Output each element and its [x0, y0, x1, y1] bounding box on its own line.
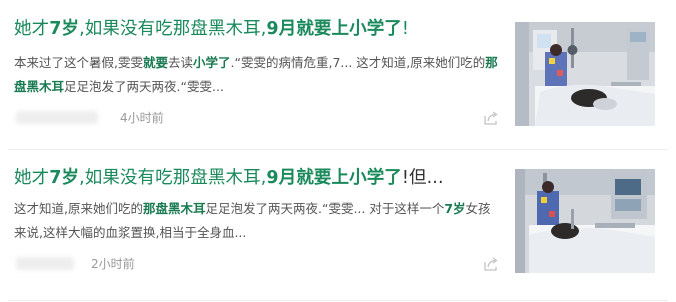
keyword-highlight: 7岁	[49, 19, 80, 39]
share-icon[interactable]	[482, 109, 500, 127]
keyword-highlight: 那盘黑木耳	[142, 201, 206, 216]
keyword-highlight: 小学了	[193, 55, 231, 70]
text-run: 足足泡发了两天两夜.“雯雯... 对于这样一个	[205, 201, 445, 216]
share-icon[interactable]	[482, 255, 500, 273]
text-run: !但...	[401, 168, 444, 188]
news-article-2[interactable]: 她才7岁,如果没有吃那盘黑木耳,9月就要上小学了!但... 这才知道,原来她们吃…	[0, 150, 676, 302]
text-run: 去读	[168, 55, 194, 70]
article-summary: 这才知道,原来她们吃的那盘黑木耳足足泡发了两天两夜.“雯雯... 对于这样一个7…	[14, 197, 500, 245]
text-run: .“雯雯的病情危重,7... 这才知道,原来她们吃的	[230, 55, 486, 70]
text-run: ,如果没有吃那盘黑木耳,	[79, 168, 267, 188]
keyword-highlight: 就要上小学了	[296, 19, 402, 39]
keyword-highlight: 9月	[266, 19, 297, 39]
publish-time: 4小时前	[120, 111, 164, 125]
article-title[interactable]: 她才7岁,如果没有吃那盘黑木耳,9月就要上小学了!但...	[14, 166, 444, 190]
source-name-blurred	[16, 111, 98, 124]
publish-time: 2小时前	[91, 257, 135, 271]
article-meta: 4小时前	[14, 109, 500, 127]
text-run: ,如果没有吃那盘黑木耳,	[79, 19, 267, 39]
article-summary: 本来过了这个暑假,雯雯就要去读小学了.“雯雯的病情危重,7... 这才知道,原来…	[14, 51, 500, 99]
text-run: 足足泡发了两天两夜.“雯雯...	[64, 79, 224, 94]
article-title[interactable]: 她才7岁,如果没有吃那盘黑木耳,9月就要上小学了!	[14, 17, 409, 41]
article-divider	[8, 300, 668, 301]
article-thumbnail-image[interactable]	[515, 22, 655, 126]
keyword-highlight: 7岁	[444, 201, 466, 216]
source-name-blurred	[16, 257, 74, 270]
text-run: 这才知道,原来她们吃的	[14, 201, 143, 216]
news-article-1[interactable]: 她才7岁,如果没有吃那盘黑木耳,9月就要上小学了! 本来过了这个暑假,雯雯就要去…	[0, 0, 676, 150]
text-run: 她才	[14, 19, 50, 39]
article-thumbnail-image[interactable]	[515, 169, 655, 273]
keyword-highlight: 就要	[142, 55, 168, 70]
text-run: !	[401, 19, 410, 39]
article-meta: 2小时前	[14, 255, 500, 273]
text-run: 她才	[14, 168, 50, 188]
text-run: 本来过了这个暑假,雯雯	[14, 55, 143, 70]
keyword-highlight: 9月	[266, 168, 297, 188]
keyword-highlight: 7岁	[49, 168, 80, 188]
keyword-highlight: 就要上小学了	[296, 168, 402, 188]
